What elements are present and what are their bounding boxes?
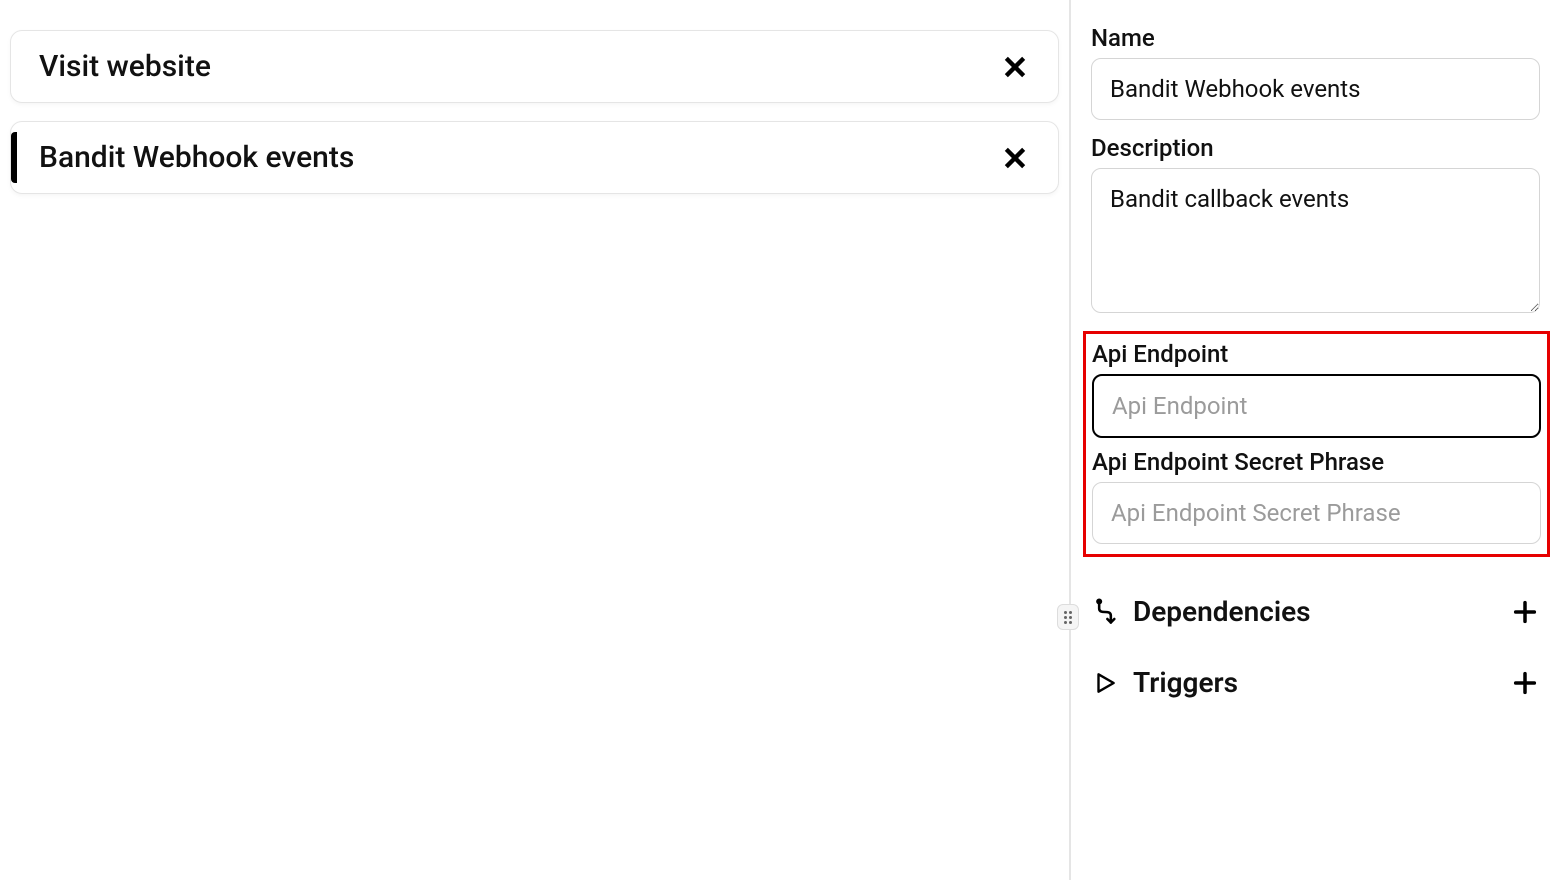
- api-endpoint-input[interactable]: [1092, 374, 1541, 438]
- triggers-section-header: Triggers: [1091, 666, 1540, 699]
- items-list-panel: Visit website Bandit Webhook events: [0, 0, 1071, 880]
- item-card-title: Bandit Webhook events: [39, 140, 354, 175]
- api-secret-field-group: Api Endpoint Secret Phrase: [1092, 448, 1541, 544]
- description-label: Description: [1091, 134, 1540, 162]
- dependencies-section-header: Dependencies: [1091, 595, 1540, 628]
- item-card-title: Visit website: [39, 49, 211, 84]
- name-input[interactable]: [1091, 58, 1540, 120]
- panel-resize-handle[interactable]: [1057, 604, 1079, 630]
- details-panel: Name Description Api Endpoint Api Endpoi…: [1071, 0, 1560, 880]
- item-card[interactable]: Bandit Webhook events: [10, 121, 1059, 194]
- close-icon[interactable]: [1000, 143, 1030, 173]
- add-trigger-button[interactable]: [1510, 668, 1540, 698]
- name-field-group: Name: [1091, 24, 1540, 120]
- dependencies-icon: [1091, 598, 1119, 626]
- dependencies-title: Dependencies: [1133, 595, 1311, 628]
- api-endpoint-label: Api Endpoint: [1092, 340, 1541, 368]
- close-icon[interactable]: [1000, 52, 1030, 82]
- triggers-title: Triggers: [1133, 666, 1238, 699]
- name-label: Name: [1091, 24, 1540, 52]
- api-endpoint-highlight: Api Endpoint Api Endpoint Secret Phrase: [1083, 331, 1550, 557]
- triggers-icon: [1091, 669, 1119, 697]
- api-secret-input[interactable]: [1092, 482, 1541, 544]
- add-dependency-button[interactable]: [1510, 597, 1540, 627]
- api-secret-label: Api Endpoint Secret Phrase: [1092, 448, 1541, 476]
- grip-icon: [1064, 611, 1072, 624]
- item-card[interactable]: Visit website: [10, 30, 1059, 103]
- description-textarea[interactable]: [1091, 168, 1540, 313]
- description-field-group: Description: [1091, 134, 1540, 317]
- api-endpoint-field-group: Api Endpoint: [1092, 340, 1541, 438]
